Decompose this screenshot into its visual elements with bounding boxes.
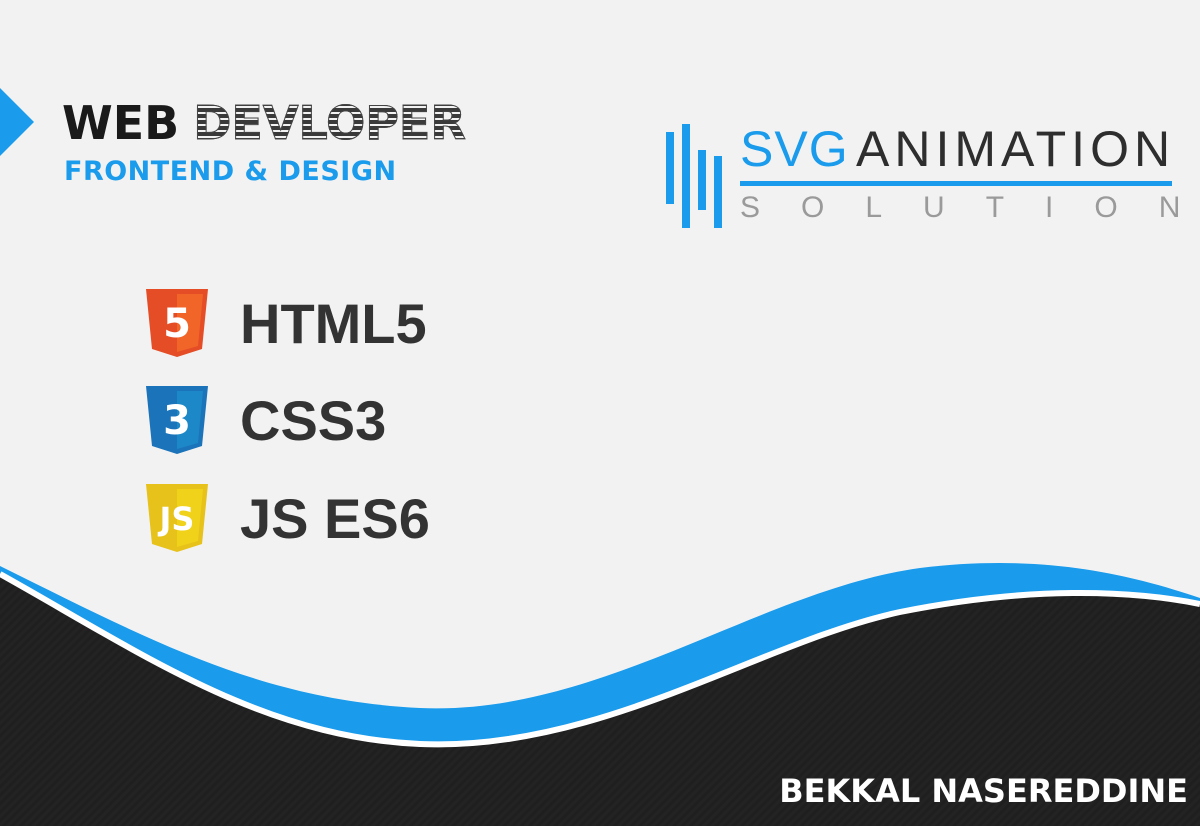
tech-label-css3: CSS3 (240, 388, 387, 452)
title: WEB DEVLOPER (62, 96, 466, 152)
audio-bars-icon (666, 124, 722, 228)
svg-text:JS: JS (158, 500, 195, 538)
html5-shield-icon: 5 (146, 289, 208, 357)
subtitle: FRONTEND & DESIGN (64, 156, 397, 187)
css3-shield-icon: 3 (146, 386, 208, 454)
tech-item-css3: 3 CSS3 (146, 385, 386, 455)
title-developer: DEVLOPER (193, 96, 467, 151)
tech-label-js: JS ES6 (240, 486, 430, 550)
arrow-marker-icon (0, 88, 34, 156)
svg-text:5: 5 (163, 301, 191, 347)
title-web: WEB (62, 96, 180, 150)
logo-word-animation: ANIMATION (856, 121, 1176, 177)
logo-divider (740, 181, 1172, 186)
tech-item-js: JS JS ES6 (146, 483, 430, 553)
svg-text:3: 3 (163, 398, 191, 444)
tech-item-html5: 5 HTML5 (146, 288, 427, 358)
business-card: WEB DEVLOPER FRONTEND & DESIGN SVG ANIMA… (0, 0, 1200, 826)
js-shield-icon: JS (146, 484, 208, 552)
logo-tagline: SOLUTION (740, 191, 1200, 224)
author-name: BEKKAL NASEREDDINE (779, 772, 1188, 810)
tech-label-html5: HTML5 (240, 291, 427, 355)
logo-word-svg: SVG (740, 121, 849, 177)
